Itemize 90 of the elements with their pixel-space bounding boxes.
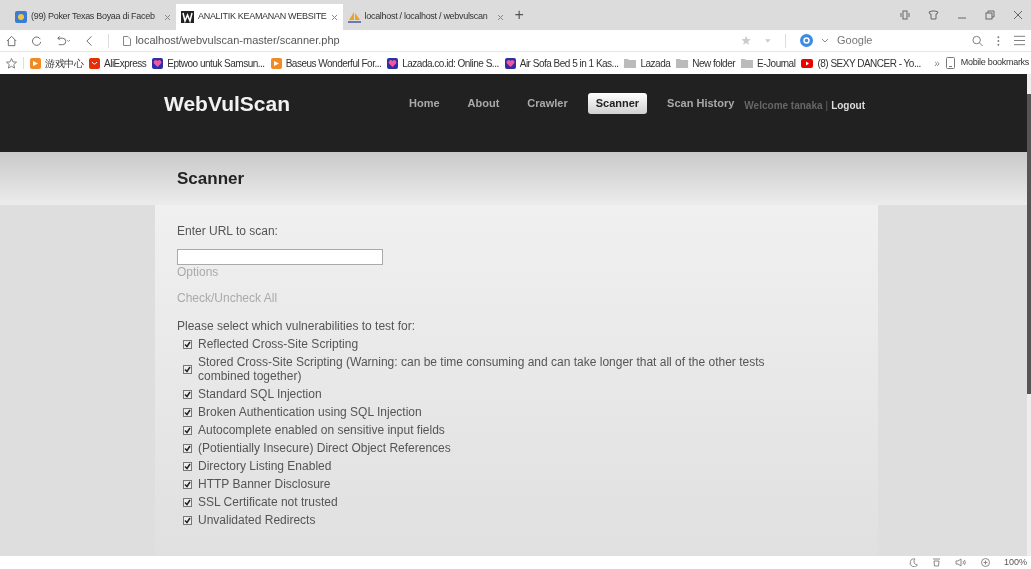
site-icon (181, 11, 194, 23)
checkbox[interactable] (183, 425, 192, 435)
search-icon[interactable] (971, 34, 984, 47)
home-icon[interactable] (6, 34, 18, 47)
checkbox[interactable] (183, 339, 192, 349)
menu-icon[interactable] (1013, 35, 1025, 46)
prompt-text: Please select which vulnerabilities to test for: (177, 319, 417, 333)
speaker-icon[interactable] (954, 558, 967, 567)
url-input[interactable] (177, 249, 383, 265)
checkbox[interactable] (183, 479, 192, 489)
separator-text: | (825, 99, 829, 113)
bookmark-icon (30, 57, 41, 69)
checkbox[interactable] (183, 407, 192, 417)
sail-icon (347, 11, 361, 23)
bookmark-link[interactable]: Lazada (624, 55, 671, 71)
checkbox-label: Directory Listing Enabled (198, 459, 332, 473)
play-icon (801, 58, 814, 68)
bookmark-link[interactable]: New folder (676, 55, 736, 71)
close-tab-icon[interactable] (496, 13, 504, 21)
logout-link[interactable]: Logout (831, 98, 866, 113)
close-tab-icon[interactable] (330, 13, 338, 21)
game-icon (15, 11, 27, 23)
url-label: Enter URL to scan: (177, 224, 279, 238)
search-engine-icon[interactable] (800, 34, 813, 47)
checkbox-label: SSL Certificate not trusted (198, 495, 338, 509)
checkbox[interactable] (183, 461, 192, 471)
bookmark-link[interactable]: Lazada.co.id: Online S... (387, 55, 499, 71)
reload-icon[interactable] (31, 34, 43, 47)
nav-link[interactable]: About (459, 93, 508, 114)
checkbox-label: Reflected Cross-Site Scripting (198, 337, 359, 351)
search-input[interactable]: Google (837, 32, 937, 49)
heart-icon (387, 57, 399, 69)
chevron-icon[interactable] (821, 37, 829, 44)
new-tab-button[interactable]: + (508, 3, 530, 27)
mobile-icon[interactable] (945, 57, 955, 69)
restore-icon[interactable] (985, 10, 995, 20)
checkbox-label: Autocomplete enabled on sensitive input fields (198, 423, 445, 437)
bookmark-link[interactable]: 游戏中心 (30, 55, 83, 71)
checkbox-label: Standard SQL Injection (198, 387, 322, 401)
cup-icon[interactable] (931, 558, 941, 567)
welcome-text: Welcome tanaka (744, 99, 823, 113)
close-icon[interactable] (1013, 10, 1023, 20)
bookmark-link[interactable]: (8) SEXY DANCER - Yo... (801, 55, 921, 71)
nav-link[interactable]: Scan History (659, 93, 743, 114)
checkbox-label: Unvalidated Redirects (198, 513, 316, 527)
nav-link[interactable]: Crawler (519, 93, 576, 114)
checkbox-label: Stored Cross-Site Scripting (Warning: can be time consuming and can take longer that all of the other tests combined together) (198, 355, 766, 383)
bookmark-link[interactable]: E-Journal (741, 55, 796, 71)
checkbox[interactable] (183, 389, 192, 399)
mobile-bookmarks-link[interactable]: Mobile bookmarks (960, 56, 1029, 70)
zoom-icon[interactable] (980, 558, 990, 567)
bookmark-link[interactable]: Baseus Wonderful For... (270, 55, 382, 71)
browser-tab[interactable]: ANALITIK KEAMANAN WEBSITE (176, 4, 343, 30)
checkbox[interactable] (183, 443, 192, 453)
bookmark-link[interactable]: Eptwoo untuk Samsun... (152, 55, 265, 71)
back-icon[interactable] (85, 34, 95, 47)
heart-icon (504, 57, 516, 69)
bookmark-icon (270, 57, 282, 69)
site-logo[interactable]: WebVulScan (164, 88, 401, 120)
page-icon (123, 35, 132, 46)
more-icon[interactable] (997, 34, 1000, 47)
page-title: Scanner (177, 167, 245, 190)
checkbox-label: HTTP Banner Disclosure (198, 477, 331, 491)
checkbox[interactable] (183, 497, 192, 507)
close-tab-icon[interactable] (164, 13, 171, 21)
star-icon[interactable] (741, 35, 752, 46)
bookmark-link[interactable]: AliExpress (89, 55, 147, 71)
zoom-level[interactable]: 100% (1003, 555, 1027, 569)
url-field[interactable]: localhost/webvulscan-master/scanner.php (123, 32, 728, 49)
checkbox[interactable] (183, 515, 192, 525)
nav-link[interactable]: Scanner (587, 93, 648, 114)
bookmark-link[interactable]: Air Sofa Bed 5 in 1 Kas... (504, 55, 619, 71)
phone-icon[interactable] (900, 10, 910, 20)
scrollbar[interactable] (1027, 74, 1031, 556)
star-outline-icon[interactable] (6, 57, 17, 69)
folder-icon (676, 58, 689, 68)
heart-icon (152, 57, 164, 69)
more-bookmarks-button[interactable]: » (934, 55, 940, 71)
checkbox[interactable] (183, 364, 192, 374)
moon-icon[interactable] (908, 558, 918, 567)
bookmark-icon (89, 57, 100, 69)
nav-link[interactable]: Home (401, 93, 448, 114)
undo-icon[interactable] (56, 34, 72, 47)
search-field[interactable]: Google (800, 32, 958, 49)
folder-icon (624, 58, 637, 68)
folder-icon (741, 58, 754, 68)
checkbox-label: Broken Authentication using SQL Injection (198, 405, 422, 419)
shirt-icon[interactable] (928, 10, 939, 20)
options-text: Options (177, 265, 220, 279)
checkbox-label: (Potientially Insecure) Direct Object References (198, 441, 451, 455)
